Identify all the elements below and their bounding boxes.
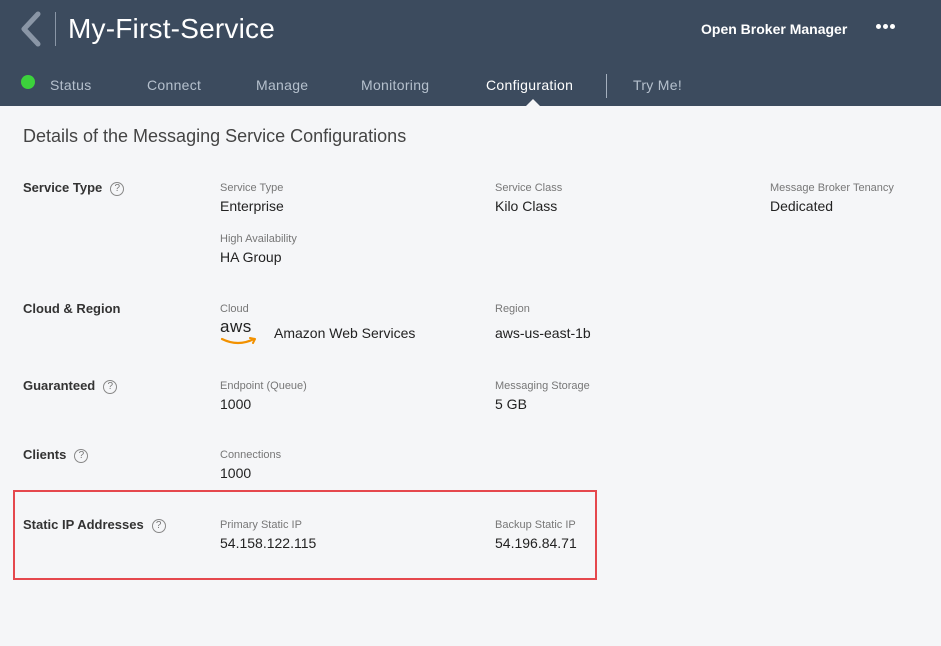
section-title-cloud-region: Cloud & Region (23, 301, 121, 316)
field-value: aws-us-east-1b (495, 325, 591, 341)
field-label: Cloud (220, 303, 249, 315)
more-options-icon[interactable] (876, 24, 902, 36)
field-value: Dedicated (770, 198, 834, 214)
tab-configuration[interactable]: Configuration (486, 76, 573, 94)
field-label: Region (495, 303, 530, 315)
aws-logo-text: aws (220, 317, 252, 336)
tab-bar: Status Connect Manage Monitoring Configu… (0, 70, 941, 106)
field-value: Kilo Class (495, 198, 558, 214)
field-label: Connections (220, 449, 282, 461)
open-broker-manager-link[interactable]: Open Broker Manager (701, 20, 847, 38)
configuration-panel: Details of the Messaging Service Configu… (0, 106, 941, 646)
tab-monitoring[interactable]: Monitoring (361, 76, 429, 94)
back-chevron-icon[interactable] (16, 10, 50, 48)
top-bar: My-First-Service Open Broker Manager Sta… (0, 0, 941, 106)
field-label: Messaging Storage (495, 380, 590, 392)
section-title-guaranteed: Guaranteed? (23, 378, 118, 394)
field-value: 1000 (220, 396, 252, 412)
field-value: Amazon Web Services (274, 325, 416, 341)
tab-divider (606, 74, 607, 98)
field-value: Enterprise (220, 198, 284, 214)
page-heading: Details of the Messaging Service Configu… (23, 126, 407, 146)
help-icon[interactable]: ? (110, 182, 125, 196)
active-tab-caret (526, 99, 540, 106)
service-title: My-First-Service (68, 13, 275, 44)
tab-try-me[interactable]: Try Me! (633, 76, 682, 94)
tab-manage[interactable]: Manage (256, 76, 308, 94)
section-title-label: Guaranteed (23, 378, 96, 393)
section-title-clients: Clients? (23, 447, 89, 463)
section-title-service-type: Service Type? (23, 180, 125, 196)
field-value: 1000 (220, 465, 252, 481)
static-ip-highlight-box (13, 490, 597, 580)
field-label: Service Class (495, 182, 563, 194)
field-label: Service Type (220, 182, 284, 194)
title-divider (55, 12, 56, 46)
section-title-label: Clients (23, 447, 67, 462)
tab-connect[interactable]: Connect (147, 76, 201, 94)
tab-status[interactable]: Status (50, 76, 92, 94)
section-title-label: Service Type (23, 180, 103, 195)
field-label: Message Broker Tenancy (770, 182, 894, 194)
aws-logo-icon: aws (220, 318, 260, 346)
field-value: HA Group (220, 249, 282, 265)
field-label: High Availability (220, 233, 297, 245)
help-icon[interactable]: ? (74, 449, 89, 463)
field-value: 5 GB (495, 396, 527, 412)
field-label: Endpoint (Queue) (220, 380, 307, 392)
help-icon[interactable]: ? (103, 380, 118, 394)
